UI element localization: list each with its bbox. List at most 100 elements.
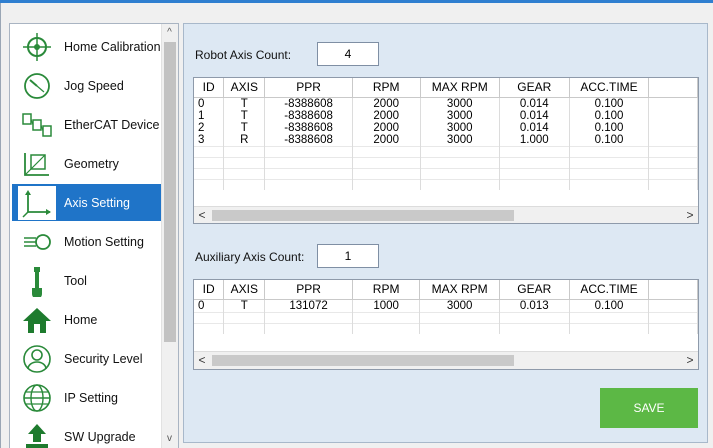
auxiliary-table-hscrollbar[interactable]: < > bbox=[194, 351, 698, 369]
save-button[interactable]: SAVE bbox=[600, 388, 698, 428]
table-cell[interactable]: 2000 bbox=[352, 97, 421, 110]
table-cell-empty bbox=[352, 145, 421, 157]
table-cell[interactable]: T bbox=[223, 109, 266, 122]
sidebar-item-ip-setting[interactable]: IP Setting bbox=[12, 379, 161, 416]
table-row[interactable]: 0 T 131072 1000 3000 0.013 0.100 bbox=[194, 299, 698, 312]
scroll-right-arrow-icon[interactable]: > bbox=[682, 207, 698, 223]
table-cell[interactable]: 0 bbox=[194, 299, 225, 312]
table-cell-empty bbox=[352, 178, 421, 190]
table-cell[interactable]: R bbox=[223, 133, 266, 146]
sidebar-item-home-calibration[interactable]: Home Calibration bbox=[12, 28, 161, 65]
table-cell[interactable]: T bbox=[223, 299, 266, 312]
column-header-empty bbox=[648, 280, 698, 300]
table-cell[interactable]: 0.014 bbox=[499, 121, 570, 134]
column-header[interactable]: PPR bbox=[264, 280, 353, 300]
sidebar-item-label: Geometry bbox=[64, 156, 119, 171]
table-cell[interactable]: 0.100 bbox=[569, 299, 650, 312]
sidebar-item-security-level[interactable]: Security Level bbox=[12, 340, 161, 377]
robot-axis-count-input[interactable]: 4 bbox=[317, 42, 379, 66]
table-cell[interactable]: 2000 bbox=[352, 133, 421, 146]
table-cell[interactable]: 1.000 bbox=[499, 133, 570, 146]
table-cell[interactable]: 0.100 bbox=[569, 109, 650, 122]
column-header[interactable]: MAX RPM bbox=[419, 280, 500, 300]
table-cell[interactable]: -8388608 bbox=[264, 97, 353, 110]
scroll-up-arrow-icon[interactable]: ^ bbox=[161, 26, 178, 40]
auxiliary-axis-count-label: Auxiliary Axis Count: bbox=[195, 250, 305, 264]
sidebar-item-home[interactable]: Home bbox=[12, 301, 161, 338]
table-cell[interactable]: 0.100 bbox=[569, 121, 650, 134]
table-cell[interactable]: 2000 bbox=[352, 121, 421, 134]
empty-table-row bbox=[194, 178, 698, 190]
robot-table-hscroll-thumb[interactable] bbox=[212, 210, 514, 221]
table-cell[interactable]: 1 bbox=[194, 109, 225, 122]
empty-table-row bbox=[194, 322, 698, 334]
robot-axis-header-row: ID AXIS PPR RPM MAX RPM GEAR ACC.TIME bbox=[194, 78, 698, 98]
scroll-down-arrow-icon[interactable]: v bbox=[161, 432, 178, 446]
table-row[interactable]: 0 T -8388608 2000 3000 0.014 0.100 bbox=[194, 97, 698, 110]
column-header[interactable]: MAX RPM bbox=[420, 78, 500, 98]
sidebar-item-tool[interactable]: Tool bbox=[12, 262, 161, 299]
sidebar-item-motion-setting[interactable]: Motion Setting bbox=[12, 223, 161, 260]
table-cell[interactable]: 3 bbox=[194, 133, 225, 146]
table-cell[interactable]: 3000 bbox=[420, 97, 500, 110]
robot-axis-table[interactable]: ID AXIS PPR RPM MAX RPM GEAR ACC.TIME 0 T -83886… bbox=[193, 77, 699, 224]
column-header[interactable]: ACC.TIME bbox=[569, 78, 650, 98]
auxiliary-table-hscroll-thumb[interactable] bbox=[212, 355, 514, 366]
empty-table-row bbox=[194, 145, 698, 157]
empty-table-row bbox=[194, 311, 698, 323]
table-cell[interactable]: 131072 bbox=[264, 299, 353, 312]
table-cell[interactable]: 1000 bbox=[352, 299, 421, 312]
table-cell[interactable]: 0.014 bbox=[499, 109, 570, 122]
table-cell-empty bbox=[569, 322, 650, 334]
table-row[interactable]: 1 T -8388608 2000 3000 0.014 0.100 bbox=[194, 109, 698, 122]
table-cell[interactable]: 3000 bbox=[420, 133, 500, 146]
column-header[interactable]: PPR bbox=[264, 78, 353, 98]
table-row[interactable]: 2 T -8388608 2000 3000 0.014 0.100 bbox=[194, 121, 698, 134]
column-header[interactable]: GEAR bbox=[499, 78, 570, 98]
table-cell[interactable]: 2 bbox=[194, 121, 225, 134]
table-cell[interactable]: 0.100 bbox=[569, 97, 650, 110]
auxiliary-axis-count-input[interactable]: 1 bbox=[317, 244, 379, 268]
column-header[interactable]: AXIS bbox=[223, 280, 266, 300]
scroll-left-arrow-icon[interactable]: < bbox=[194, 352, 210, 369]
table-cell-empty bbox=[420, 167, 500, 179]
table-cell[interactable]: -8388608 bbox=[264, 109, 353, 122]
sidebar-item-geometry[interactable]: Geometry bbox=[12, 145, 161, 182]
table-cell[interactable]: T bbox=[223, 121, 266, 134]
scroll-right-arrow-icon[interactable]: > bbox=[682, 352, 698, 369]
table-cell-empty bbox=[352, 322, 421, 334]
table-cell[interactable]: -8388608 bbox=[264, 121, 353, 134]
column-header[interactable]: RPM bbox=[352, 78, 421, 98]
table-cell[interactable]: 0 bbox=[194, 97, 225, 110]
sidebar-item-axis-setting[interactable]: Axis Setting bbox=[12, 184, 161, 221]
column-header[interactable]: AXIS bbox=[223, 78, 266, 98]
sidebar-item-label: SW Upgrade bbox=[64, 429, 136, 444]
sidebar-item-ethercat-device[interactable]: EtherCAT Device bbox=[12, 106, 161, 143]
column-header[interactable]: RPM bbox=[352, 280, 421, 300]
table-cell[interactable]: 0.013 bbox=[499, 299, 570, 312]
table-row[interactable]: 3 R -8388608 2000 3000 1.000 0.100 bbox=[194, 133, 698, 146]
auxiliary-axis-table[interactable]: ID AXIS PPR RPM MAX RPM GEAR ACC.TIME 0 T 131072… bbox=[193, 279, 699, 370]
sidebar-item-sw-upgrade[interactable]: SW Upgrade bbox=[12, 418, 161, 448]
column-header[interactable]: ID bbox=[194, 78, 225, 98]
table-cell[interactable]: 3000 bbox=[420, 109, 500, 122]
column-header[interactable]: ID bbox=[194, 280, 225, 300]
table-cell-empty bbox=[499, 311, 570, 323]
table-cell[interactable]: 0.100 bbox=[569, 133, 650, 146]
ethercat-chain-icon bbox=[18, 108, 56, 142]
sidebar-scrollbar-thumb[interactable] bbox=[164, 42, 176, 342]
table-cell[interactable]: 3000 bbox=[419, 299, 500, 312]
column-header[interactable]: GEAR bbox=[499, 280, 570, 300]
robot-table-hscrollbar[interactable]: < > bbox=[194, 206, 698, 223]
table-cell[interactable]: 2000 bbox=[352, 109, 421, 122]
scroll-left-arrow-icon[interactable]: < bbox=[194, 207, 210, 223]
table-cell[interactable]: T bbox=[223, 97, 266, 110]
table-cell[interactable]: 3000 bbox=[420, 121, 500, 134]
column-header[interactable]: ACC.TIME bbox=[569, 280, 650, 300]
sidebar-item-jog-speed[interactable]: Jog Speed bbox=[12, 67, 161, 104]
table-cell-empty bbox=[648, 145, 698, 157]
table-cell-empty bbox=[352, 167, 421, 179]
table-cell[interactable]: 0.014 bbox=[499, 97, 570, 110]
table-cell[interactable]: -8388608 bbox=[264, 133, 353, 146]
table-cell-empty bbox=[420, 145, 500, 157]
